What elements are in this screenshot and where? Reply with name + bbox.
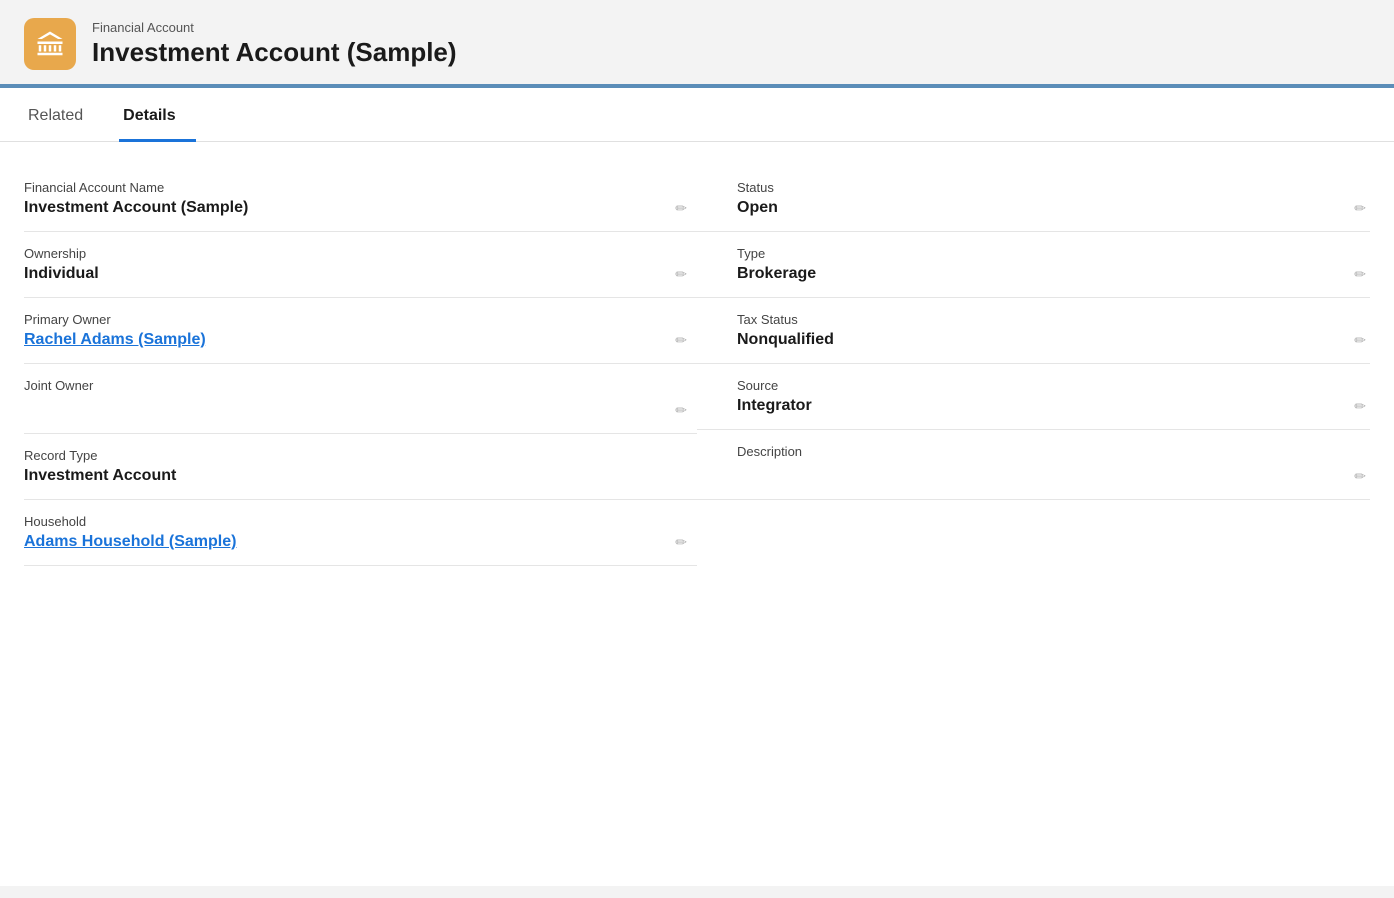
edit-description-icon[interactable]: ✏ <box>1354 468 1366 485</box>
label-tax-status: Tax Status <box>737 312 1334 327</box>
edit-primary-owner-icon[interactable]: ✏ <box>675 332 687 349</box>
header-title: Investment Account (Sample) <box>92 37 457 68</box>
label-primary-owner: Primary Owner <box>24 312 637 327</box>
field-description: Description ✏ <box>697 430 1370 500</box>
detail-grid: Financial Account Name Investment Accoun… <box>0 142 1394 566</box>
edit-type-icon[interactable]: ✏ <box>1354 266 1366 283</box>
value-household[interactable]: Adams Household (Sample) <box>24 533 637 551</box>
value-tax-status: Nonqualified <box>737 331 1334 349</box>
edit-source-icon[interactable]: ✏ <box>1354 398 1366 415</box>
value-record-type: Investment Account <box>24 467 637 485</box>
tab-related[interactable]: Related <box>24 89 103 142</box>
label-type: Type <box>737 246 1334 261</box>
edit-tax-status-icon[interactable]: ✏ <box>1354 332 1366 349</box>
value-description <box>737 463 1334 485</box>
field-ownership: Ownership Individual ✏ <box>24 232 697 298</box>
field-type: Type Brokerage ✏ <box>697 232 1370 298</box>
field-financial-account-name: Financial Account Name Investment Accoun… <box>24 166 697 232</box>
field-joint-owner: Joint Owner ✏ <box>24 364 697 434</box>
value-ownership: Individual <box>24 265 637 283</box>
header-subtitle: Financial Account <box>92 20 457 35</box>
field-record-type: Record Type Investment Account <box>24 434 697 500</box>
field-household: Household Adams Household (Sample) ✏ <box>24 500 697 566</box>
value-type: Brokerage <box>737 265 1334 283</box>
label-record-type: Record Type <box>24 448 637 463</box>
field-primary-owner: Primary Owner Rachel Adams (Sample) ✏ <box>24 298 697 364</box>
edit-ownership-icon[interactable]: ✏ <box>675 266 687 283</box>
edit-joint-owner-icon[interactable]: ✏ <box>675 402 687 419</box>
field-status: Status Open ✏ <box>697 166 1370 232</box>
header-text-block: Financial Account Investment Account (Sa… <box>92 20 457 68</box>
value-status: Open <box>737 199 1334 217</box>
page-header: Financial Account Investment Account (Sa… <box>0 0 1394 88</box>
main-content: Related Details Financial Account Name I… <box>0 88 1394 886</box>
label-description: Description <box>737 444 1334 459</box>
edit-financial-account-name-icon[interactable]: ✏ <box>675 200 687 217</box>
left-column: Financial Account Name Investment Accoun… <box>24 166 697 566</box>
label-ownership: Ownership <box>24 246 637 261</box>
label-joint-owner: Joint Owner <box>24 378 637 393</box>
label-source: Source <box>737 378 1334 393</box>
bank-icon <box>35 29 65 59</box>
value-primary-owner[interactable]: Rachel Adams (Sample) <box>24 331 637 349</box>
label-household: Household <box>24 514 637 529</box>
value-joint-owner <box>24 397 637 419</box>
edit-household-icon[interactable]: ✏ <box>675 534 687 551</box>
value-source: Integrator <box>737 397 1334 415</box>
label-financial-account-name: Financial Account Name <box>24 180 637 195</box>
edit-status-icon[interactable]: ✏ <box>1354 200 1366 217</box>
field-tax-status: Tax Status Nonqualified ✏ <box>697 298 1370 364</box>
tab-details[interactable]: Details <box>119 89 195 142</box>
record-type-icon <box>24 18 76 70</box>
right-column: Status Open ✏ Type Brokerage ✏ Tax Statu… <box>697 166 1370 566</box>
value-financial-account-name: Investment Account (Sample) <box>24 199 637 217</box>
label-status: Status <box>737 180 1334 195</box>
tabs-bar: Related Details <box>0 88 1394 142</box>
field-source: Source Integrator ✏ <box>697 364 1370 430</box>
